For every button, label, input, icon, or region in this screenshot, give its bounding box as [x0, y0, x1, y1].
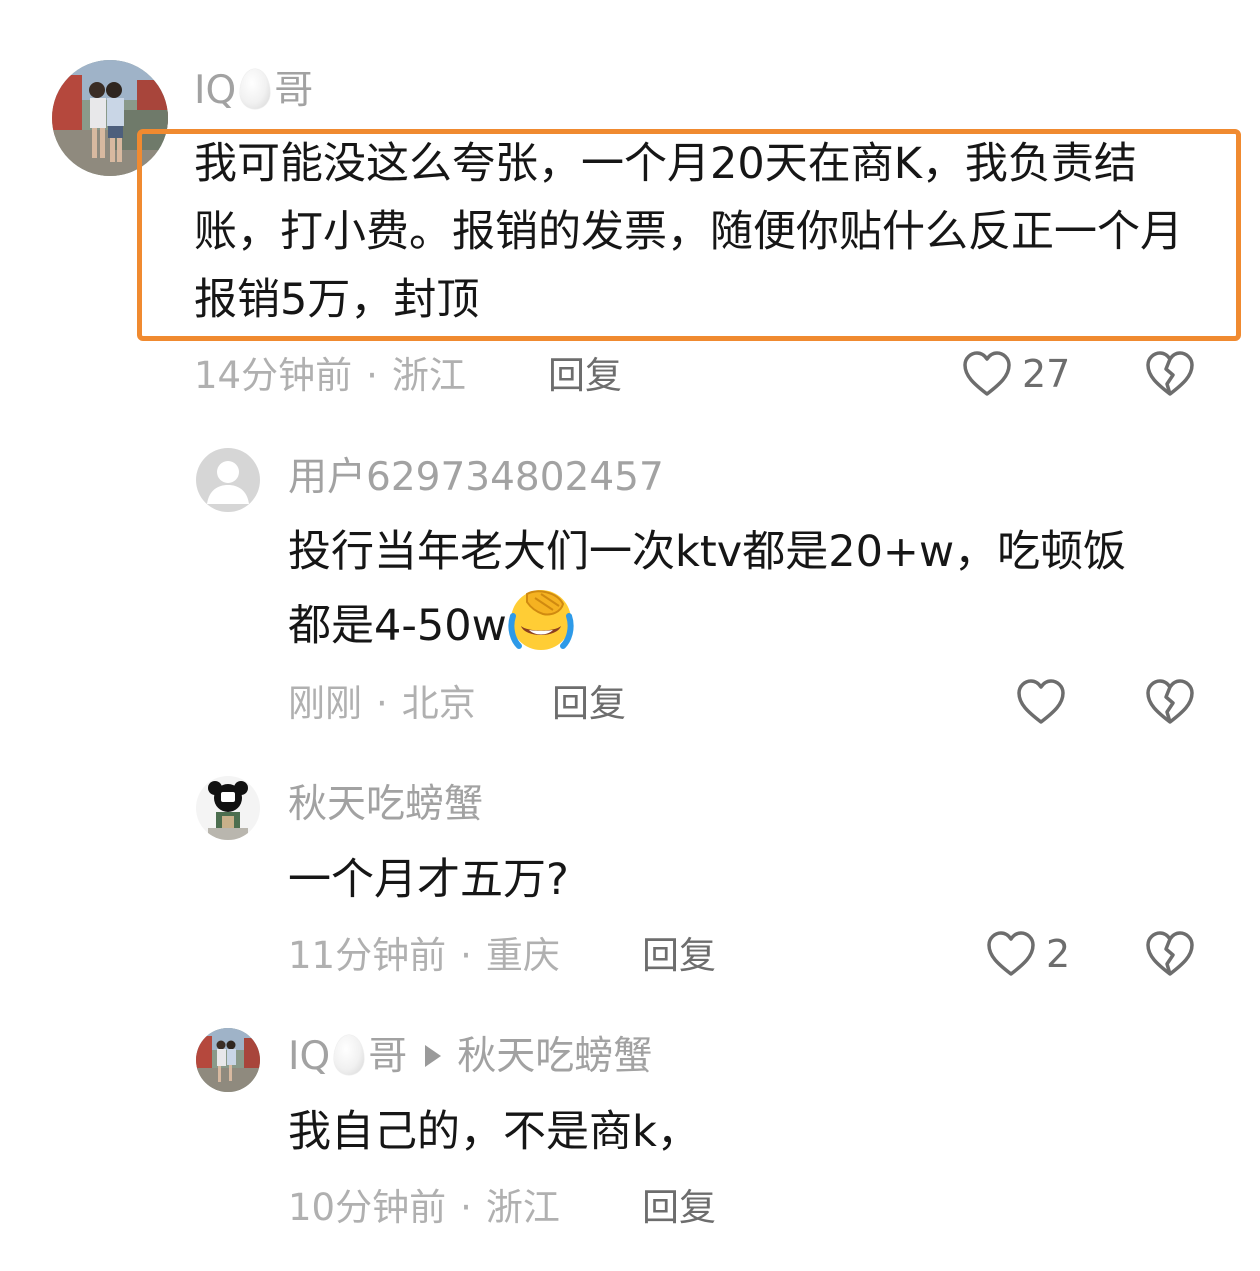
reply-avatar[interactable]: [196, 448, 260, 512]
heart-icon: [1017, 679, 1065, 724]
reply-time: 10分钟前: [288, 1186, 447, 1229]
reply-location: 浙江: [485, 1186, 560, 1229]
reply-time: 刚刚: [288, 682, 362, 725]
default-user-icon: [196, 448, 260, 512]
reply-button[interactable]: 回复: [548, 354, 622, 398]
meta-separator: ·: [376, 682, 388, 725]
comment-time: 14分钟前: [194, 354, 353, 397]
reply-time: 11分钟前: [288, 934, 447, 977]
reply-button[interactable]: 回复: [642, 1186, 716, 1230]
reply-text[interactable]: 投行当年老大们一次ktv都是20+w，吃顿饭 都是4-50w: [288, 518, 1218, 674]
meta-separator: ·: [366, 354, 378, 397]
comment-location: 浙江: [391, 354, 466, 397]
reply-location: 北京: [401, 682, 476, 725]
reply-avatar[interactable]: [196, 1028, 260, 1092]
reply-text[interactable]: 一个月才五万?: [288, 846, 569, 914]
meta-separator: ·: [460, 1186, 472, 1229]
dislike-button[interactable]: [1145, 930, 1195, 982]
reply-button[interactable]: 回复: [552, 682, 626, 726]
reply-to-username[interactable]: 秋天吃螃蟹: [457, 1034, 652, 1079]
avatar-photo: [196, 1028, 260, 1092]
meta-separator: ·: [460, 934, 472, 977]
egg-emoji: [240, 69, 271, 109]
username-suffix: 哥: [368, 1034, 408, 1079]
username-suffix: 哥: [274, 68, 314, 113]
reply-username[interactable]: 秋天吃螃蟹: [288, 782, 483, 828]
reply-avatar[interactable]: [196, 776, 260, 840]
reply-meta: 11分钟前 · 重庆: [288, 934, 560, 978]
reply-username[interactable]: IQ 哥 秋天吃螃蟹: [288, 1034, 652, 1080]
heart-icon: [963, 351, 1011, 396]
broken-heart-icon: [1146, 351, 1194, 396]
like-button[interactable]: 2: [986, 930, 1070, 978]
comment-text[interactable]: 我可能没这么夸张，一个月20天在商K，我负责结账，打小费。报销的发票，随便你贴什…: [194, 130, 1204, 334]
broken-heart-icon: [1146, 679, 1194, 724]
comment-meta: 14分钟前 · 浙江: [194, 354, 466, 398]
facepalm-laughing-emoji: [507, 586, 575, 674]
egg-emoji: [334, 1035, 365, 1075]
reply-username[interactable]: 用户629734802457: [288, 455, 664, 501]
reply-text-line-1: 投行当年老大们一次ktv都是20+w，吃顿饭: [288, 527, 1127, 577]
reply-button[interactable]: 回复: [642, 934, 716, 978]
reply-meta: 10分钟前 · 浙江: [288, 1186, 560, 1230]
like-button[interactable]: [1016, 678, 1066, 726]
reply-arrow-icon: [425, 1045, 442, 1067]
reply-text-line-2: 都是4-50w: [288, 586, 1218, 674]
like-count: 2: [1046, 932, 1071, 976]
comment-username[interactable]: IQ 哥: [194, 68, 313, 114]
like-count: 27: [1022, 352, 1071, 396]
username-prefix: IQ: [288, 1034, 331, 1079]
like-button[interactable]: 27: [962, 350, 1070, 398]
reply-location: 重庆: [485, 934, 560, 977]
dislike-button[interactable]: [1145, 678, 1195, 730]
cartoon-avatar: [196, 776, 260, 840]
reply-text[interactable]: 我自己的，不是商k，: [288, 1098, 700, 1166]
broken-heart-icon: [1146, 931, 1194, 976]
dislike-button[interactable]: [1145, 350, 1195, 402]
username-prefix: IQ: [194, 68, 237, 113]
reply-meta: 刚刚 · 北京: [288, 682, 476, 726]
heart-icon: [987, 931, 1035, 976]
